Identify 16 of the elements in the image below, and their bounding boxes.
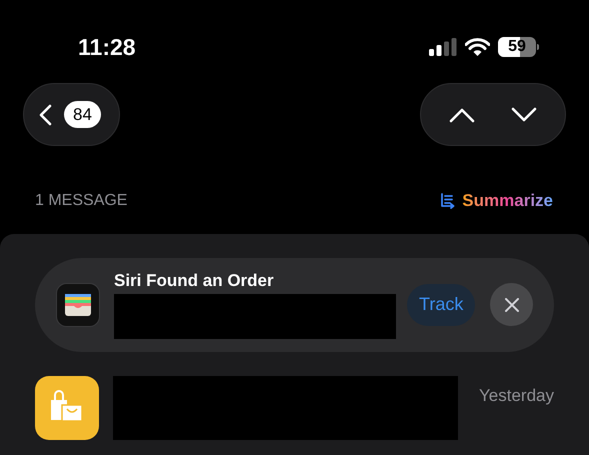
wifi-icon: [465, 38, 490, 56]
unread-count: 84: [64, 100, 101, 128]
back-button[interactable]: 84: [23, 83, 120, 146]
chevron-left-icon: [38, 104, 52, 126]
track-button[interactable]: Track: [407, 284, 476, 326]
clock-time: 11:28: [78, 32, 136, 62]
message-time: Yesterday: [479, 384, 554, 406]
wallet-app-icon: [56, 282, 100, 326]
summary-list-icon: [440, 192, 456, 209]
message-count: 1 MESSAGE: [35, 190, 128, 211]
battery-indicator: 59: [498, 37, 539, 57]
signal-icon: [429, 38, 457, 56]
close-button[interactable]: [490, 283, 534, 326]
close-icon: [504, 298, 519, 312]
siri-card-title: Siri Found an Order: [114, 270, 275, 292]
shopping-bags-app-icon: [35, 376, 99, 440]
